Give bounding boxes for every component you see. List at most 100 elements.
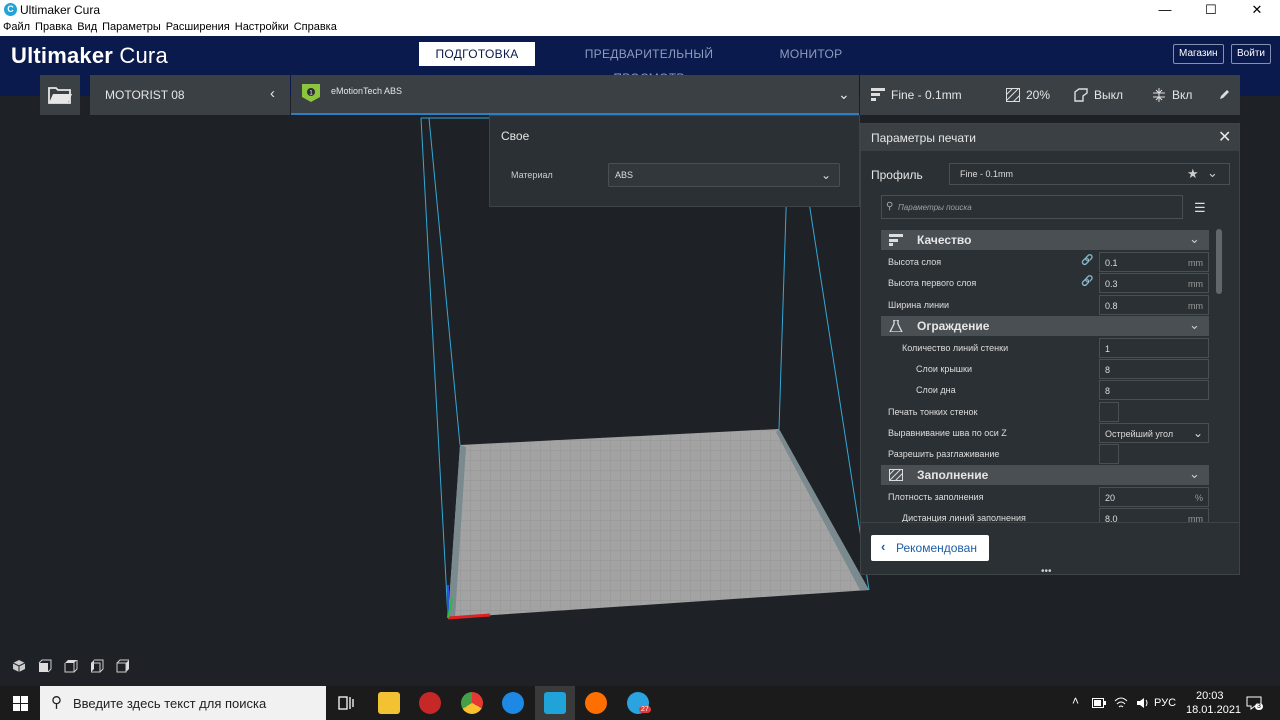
adhesion-icon	[1153, 88, 1165, 102]
menu-settings[interactable]: Параметры	[99, 20, 163, 33]
setting-z-seam: Выравнивание шва по оси Z Острейший угол…	[881, 423, 1209, 443]
settings-menu-icon[interactable]: ☰	[1194, 200, 1206, 216]
chevron-left-icon[interactable]: ‹	[270, 85, 275, 102]
link-icon[interactable]: 🔗	[1081, 276, 1093, 287]
menu-edit[interactable]: Правка	[32, 20, 74, 33]
top-layers-input[interactable]: 8	[1099, 359, 1209, 379]
telegram-badge: 27	[639, 706, 651, 713]
chevron-down-icon: ⌄	[820, 168, 831, 182]
close-button[interactable]: ✕	[1234, 0, 1280, 20]
printer-name: MOTORIST 08	[105, 88, 185, 102]
task-view-icon[interactable]	[338, 695, 354, 711]
setting-value: 0.3	[1105, 279, 1118, 289]
stage-tab-preview[interactable]: ПРЕДВАРИТЕЛЬНЫЙ ПРОСМОТР	[550, 42, 748, 85]
maximize-button[interactable]: ☐	[1188, 0, 1234, 20]
stage-tab-monitor[interactable]: МОНИТОР	[770, 42, 852, 66]
thin-walls-checkbox[interactable]	[1099, 402, 1119, 422]
setting-value: 8	[1105, 365, 1111, 375]
view-front-icon[interactable]	[38, 659, 52, 673]
infill-icon	[1006, 88, 1020, 102]
profile-summary: Fine - 0.1mm	[891, 88, 962, 102]
quality-icon	[889, 234, 903, 246]
window-title-bar: C Ultimaker Cura — ☐ ✕	[0, 0, 1280, 20]
print-settings-summary[interactable]: Fine - 0.1mm 20% Выкл Вкл	[860, 75, 1240, 115]
view-3d-icon[interactable]	[12, 659, 26, 673]
line-width-input[interactable]: 0.8 mm	[1099, 295, 1209, 315]
menu-file[interactable]: Файл	[0, 20, 32, 33]
setting-top-layers: Слои крышки 8	[881, 359, 1209, 379]
app-orange-icon[interactable]	[585, 692, 607, 714]
setting-value: 8.0	[1105, 514, 1118, 522]
recommended-button[interactable]: ‹ Рекомендован	[871, 535, 989, 561]
category-infill[interactable]: Заполнение ⌄	[881, 465, 1209, 485]
open-file-button[interactable]	[40, 75, 80, 115]
settings-scrollbar[interactable]	[1216, 229, 1222, 294]
star-icon[interactable]: ★	[1187, 166, 1199, 182]
material-select[interactable]: ABS ⌄	[608, 163, 840, 187]
menu-help[interactable]: Справка	[291, 20, 339, 33]
chevron-down-icon: ⌄	[1192, 426, 1203, 440]
category-quality[interactable]: Качество ⌄	[881, 230, 1209, 250]
menu-extensions[interactable]: Расширения	[163, 20, 232, 33]
material-select-value: ABS	[615, 170, 634, 180]
taskbar-search-input[interactable]: ⚲ Введите здесь текст для поиска	[40, 686, 326, 720]
layer-height-input[interactable]: 0.1 mm	[1099, 252, 1209, 272]
infill-summary: 20%	[1026, 88, 1051, 102]
close-icon[interactable]: ✕	[1218, 127, 1231, 147]
notifications-badge: 3	[1255, 703, 1263, 710]
material-selector[interactable]: 1 eMotionTech ABS ⌄	[291, 75, 859, 115]
infill-density-input[interactable]: 20%	[1099, 487, 1209, 507]
profile-icon	[871, 88, 885, 101]
link-icon[interactable]: 🔗	[1081, 255, 1093, 266]
language-indicator[interactable]: РУС	[1154, 697, 1176, 709]
bottom-layers-input[interactable]: 8	[1099, 380, 1209, 400]
setting-unit: mm	[1188, 301, 1203, 311]
file-explorer-icon[interactable]	[378, 692, 400, 714]
initial-layer-height-input[interactable]: 0.3 mm	[1099, 273, 1209, 293]
menu-preferences[interactable]: Настройки	[232, 20, 291, 33]
cura-taskbar-active[interactable]	[535, 686, 575, 720]
setting-unit: %	[1194, 493, 1203, 503]
infill-line-distance-input[interactable]: 8.0 mm	[1099, 508, 1209, 522]
pencil-icon[interactable]	[1219, 89, 1230, 100]
minimize-button[interactable]: —	[1142, 0, 1188, 20]
signin-button[interactable]: Войти	[1231, 44, 1271, 64]
printer-selector[interactable]: MOTORIST 08 ‹	[90, 75, 290, 115]
chevron-down-icon[interactable]: ⌄	[838, 86, 850, 103]
wifi-icon[interactable]	[1114, 697, 1128, 709]
start-button[interactable]	[0, 686, 40, 720]
setting-ironing: Разрешить разглаживание	[881, 444, 1209, 464]
print-settings-title: Параметры печати	[871, 131, 976, 145]
category-label: Заполнение	[917, 468, 989, 482]
clock-date[interactable]: 18.01.2021	[1186, 704, 1241, 716]
setting-unit: mm	[1188, 258, 1203, 268]
z-seam-select[interactable]: Острейший угол ⌄	[1099, 423, 1209, 443]
view-left-icon[interactable]	[90, 659, 104, 673]
app-red-icon[interactable]	[419, 692, 441, 714]
marketplace-button[interactable]: Магазин	[1173, 44, 1224, 64]
clock-time[interactable]: 20:03	[1196, 690, 1224, 702]
setting-label: Ширина линии	[888, 300, 950, 310]
search-icon: ⚲	[886, 201, 894, 212]
menu-view[interactable]: Вид	[74, 20, 99, 33]
chevron-up-icon[interactable]: ˄	[1072, 694, 1079, 708]
edge-icon[interactable]	[502, 692, 524, 714]
view-right-icon[interactable]	[116, 659, 130, 673]
stage-tab-prepare[interactable]: ПОДГОТОВКА	[419, 42, 535, 66]
windows-logo-icon	[13, 696, 28, 711]
ironing-checkbox[interactable]	[1099, 444, 1119, 464]
profile-value: Fine - 0.1mm	[960, 169, 1014, 179]
infill-icon	[889, 469, 903, 481]
panel-resize-grip[interactable]: •••	[1041, 566, 1052, 577]
volume-icon[interactable]	[1136, 697, 1150, 709]
battery-icon[interactable]	[1092, 698, 1106, 708]
category-shell[interactable]: Ограждение ⌄	[881, 316, 1209, 336]
wall-line-count-input[interactable]: 1	[1099, 338, 1209, 358]
chrome-icon[interactable]	[461, 692, 483, 714]
view-top-icon[interactable]	[64, 659, 78, 673]
setting-bottom-layers: Слои дна 8	[881, 380, 1209, 400]
settings-search-input[interactable]: ⚲ Параметры поиска	[881, 195, 1183, 219]
setting-label: Количество линий стенки	[902, 343, 1009, 353]
profile-select[interactable]: Fine - 0.1mm ★ ⌄	[949, 163, 1230, 185]
search-icon: ⚲	[51, 694, 62, 711]
